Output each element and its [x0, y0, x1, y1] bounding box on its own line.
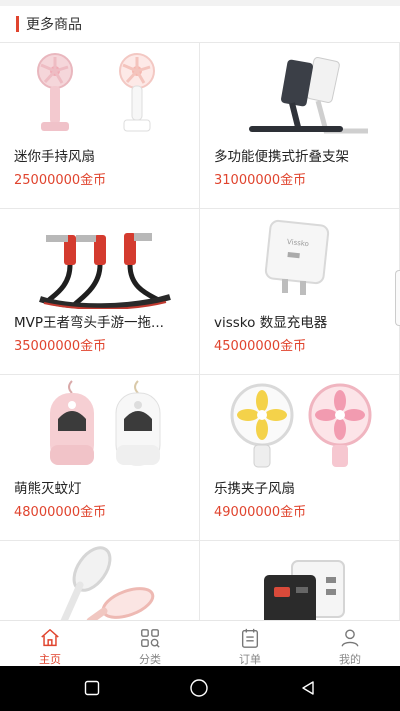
tab-category[interactable]: 分类: [100, 621, 200, 667]
section-header: 更多商品: [0, 6, 400, 43]
product-image-charger: Vissko: [264, 219, 330, 295]
tab-orders[interactable]: 订单: [200, 621, 300, 667]
product-price: 45000000金币: [214, 339, 307, 354]
section-accent-bar: [16, 16, 19, 32]
back-icon[interactable]: [300, 680, 316, 696]
category-icon: [141, 629, 160, 648]
product-card[interactable]: Vissko vissko 数显充电器 45000000金币: [200, 209, 400, 375]
product-card[interactable]: [200, 541, 400, 620]
tab-label: 主页: [39, 653, 61, 666]
product-image-handheld-fan: [37, 53, 155, 132]
bottom-tab-bar: 主页 分类 订单 我的: [0, 620, 400, 666]
product-name: 多功能便携式折叠支架: [214, 149, 349, 165]
scrollbar-handle[interactable]: [395, 270, 400, 326]
home-circle-icon[interactable]: [189, 678, 209, 698]
product-card[interactable]: 乐携夹子风扇 49000000金币: [200, 375, 400, 541]
product-image-power-bank: [264, 560, 345, 620]
product-image-clip-fan: [230, 383, 372, 468]
product-card[interactable]: 多功能便携式折叠支架 31000000金币: [200, 43, 400, 209]
product-grid[interactable]: 迷你手持风扇 25000000金币 多功能便携式折叠支架 31000000金币: [0, 43, 400, 620]
tab-label: 我的: [339, 653, 361, 666]
tab-profile[interactable]: 我的: [300, 621, 400, 667]
product-price: 25000000金币: [14, 173, 107, 188]
product-price: 35000000金币: [14, 339, 107, 354]
product-image-folding-stand: [249, 57, 368, 134]
profile-icon: [341, 629, 359, 647]
tab-label: 订单: [239, 653, 261, 666]
product-price: 48000000金币: [14, 505, 107, 520]
home-icon: [41, 629, 59, 647]
recent-apps-icon[interactable]: [84, 680, 100, 696]
product-name: vissko 数显充电器: [214, 315, 328, 331]
product-card[interactable]: [0, 541, 200, 620]
tab-home[interactable]: 主页: [0, 621, 100, 667]
product-card[interactable]: MVP王者弯头手游一拖... 35000000金币: [0, 209, 200, 375]
product-name: 萌熊灭蚊灯: [14, 481, 82, 497]
product-image-mosquito-swatter: [60, 546, 155, 620]
order-icon: [241, 628, 259, 648]
product-price: 49000000金币: [214, 505, 307, 520]
product-price: 31000000金币: [214, 173, 307, 188]
product-name: MVP王者弯头手游一拖...: [14, 315, 164, 331]
product-name: 乐携夹子风扇: [214, 481, 295, 497]
product-name: 迷你手持风扇: [14, 149, 95, 165]
product-card[interactable]: 迷你手持风扇 25000000金币: [0, 43, 200, 209]
product-image-mosquito-lamp: [50, 380, 161, 466]
tab-label: 分类: [139, 653, 161, 666]
product-card[interactable]: 萌熊灭蚊灯 48000000金币: [0, 375, 200, 541]
product-image-gaming-cable: [39, 233, 171, 309]
section-title: 更多商品: [26, 17, 82, 33]
system-navigation-bar: [0, 666, 400, 711]
